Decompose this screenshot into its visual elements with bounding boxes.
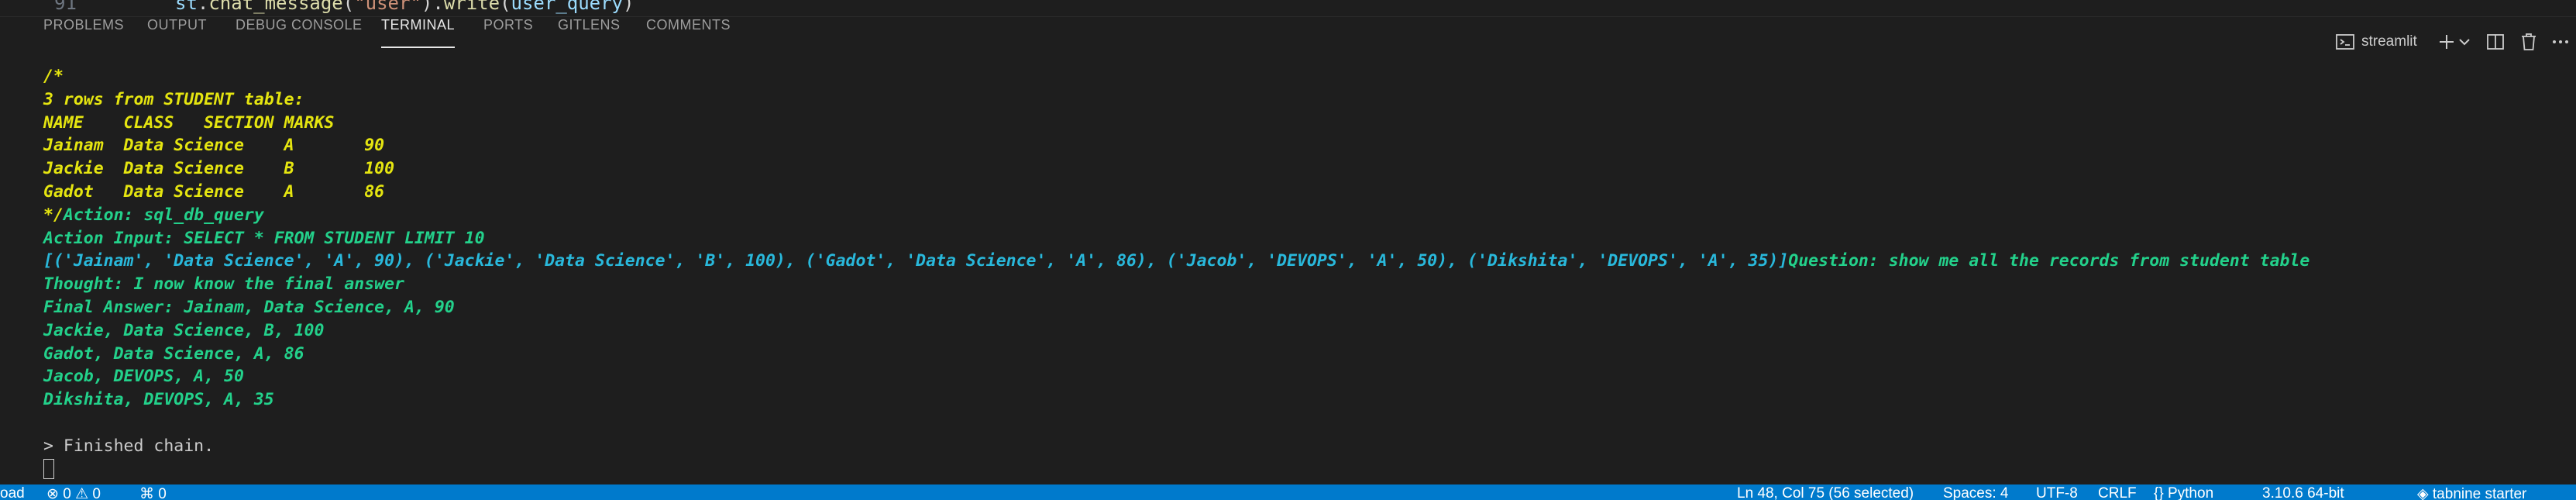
terminal-line: Jacob, DEVOPS, A, 50	[43, 367, 244, 387]
code-token: "user"	[354, 0, 421, 14]
language-label: Python	[2167, 485, 2214, 500]
terminal-line: Dikshita, DEVOPS, A, 35	[43, 390, 274, 410]
tab-problems[interactable]: PROBLEMS	[43, 17, 124, 33]
terminal-line: Gadot, Data Science, A, 86	[43, 343, 304, 364]
terminal-line: NAME CLASS SECTION MARKS	[43, 112, 335, 133]
terminal-segment: [('Jainam', 'Data Science', 'A', 90), ('…	[43, 251, 1789, 271]
split-icon	[2485, 32, 2505, 52]
python-interpreter[interactable]: 3.10.6 64-bit	[2262, 485, 2344, 500]
terminal-line: Action Input: SELECT * FROM STUDENT LIMI…	[43, 228, 485, 248]
plus-icon	[2437, 33, 2456, 51]
terminal-output[interactable]: /* 3 rows from STUDENT table: NAME CLASS…	[43, 65, 2561, 484]
terminal-name: streamlit	[2361, 33, 2417, 50]
error-icon: ⊗	[46, 486, 59, 500]
terminal-line: [('Jainam', 'Data Science', 'A', 90), ('…	[43, 250, 2561, 273]
code-token: user_query	[511, 0, 624, 14]
code-token: ).	[421, 0, 444, 14]
status-left-text[interactable]: oad	[0, 485, 25, 500]
terminal-line: Thought: I now know the final answer	[43, 274, 404, 295]
code-token: (	[342, 0, 355, 14]
terminal-line: Final Answer: Jainam, Data Science, A, 9…	[43, 297, 455, 317]
status-bar: oad ⊗ 0 ⚠ 0 ⌘ 0 Ln 48, Col 75 (56 select…	[0, 484, 2576, 500]
terminal-line: 3 rows from STUDENT table:	[43, 89, 304, 109]
code-token: )	[623, 0, 635, 14]
terminal-line: Jackie Data Science B 100	[43, 159, 395, 179]
terminal-line: */Action: sql_db_query	[43, 204, 2561, 227]
launch-profile-button[interactable]	[2457, 29, 2471, 55]
encoding[interactable]: UTF-8	[2036, 485, 2078, 500]
terminal-line: /*	[43, 67, 64, 86]
terminal-segment: Question: show me all the records from s…	[1788, 251, 2310, 271]
split-terminal-button[interactable]	[2485, 29, 2505, 55]
warning-icon: ⚠	[75, 486, 89, 500]
kill-terminal-button[interactable]	[2519, 29, 2538, 55]
ports-count: 0	[158, 486, 167, 500]
line-number: 91	[54, 0, 77, 14]
code-token: write	[443, 0, 500, 14]
more-actions-button[interactable]	[2550, 29, 2571, 55]
terminal-segment: Action: sql_db_query	[63, 205, 264, 225]
tabnine-status[interactable]: ◈ tabnine starter	[2417, 485, 2526, 500]
terminal-line: Gadot Data Science A 86	[43, 181, 385, 202]
terminal-selector[interactable]: streamlit	[2335, 29, 2417, 55]
tabnine-icon: ◈	[2417, 486, 2429, 500]
trash-icon	[2519, 32, 2538, 52]
braces-icon: {}	[2154, 485, 2164, 500]
tabnine-label: tabnine starter	[2432, 486, 2527, 500]
code-token: .	[197, 0, 209, 14]
terminal-segment: */	[43, 205, 64, 225]
tab-comments[interactable]: COMMENTS	[646, 17, 731, 33]
cursor-position[interactable]: Ln 48, Col 75 (56 selected)	[1737, 485, 1914, 500]
terminal-line: Jainam Data Science A 90	[43, 136, 385, 156]
editor-strip: 91 st.chat_message("user").write(user_qu…	[0, 0, 2576, 16]
antenna-icon: ⌘	[139, 486, 154, 500]
terminal-cursor	[43, 458, 54, 479]
tab-ports[interactable]: PORTS	[483, 17, 533, 33]
terminal-line: Jackie, Data Science, B, 100	[43, 320, 325, 340]
ellipsis-icon	[2550, 32, 2571, 52]
problems-status[interactable]: ⊗ 0 ⚠ 0	[46, 485, 101, 500]
code-token: (	[500, 0, 511, 14]
new-terminal-button[interactable]	[2437, 29, 2456, 55]
indentation[interactable]: Spaces: 4	[1943, 485, 2009, 500]
tab-output[interactable]: OUTPUT	[147, 17, 207, 33]
terminal-icon	[2335, 32, 2355, 52]
ports-status[interactable]: ⌘ 0	[139, 485, 167, 500]
tab-gitlens[interactable]: GITLENS	[558, 17, 621, 33]
error-count: 0	[63, 486, 71, 500]
eol[interactable]: CRLF	[2098, 485, 2137, 500]
terminal-line: > Finished chain.	[43, 436, 215, 456]
code-token: chat_message	[208, 0, 343, 14]
code-token: st	[175, 0, 198, 14]
tab-debug-console[interactable]: DEBUG CONSOLE	[236, 17, 363, 33]
language-mode[interactable]: {} Python	[2154, 485, 2213, 500]
chevron-down-icon	[2457, 33, 2471, 51]
terminal-prompt-line[interactable]	[43, 458, 2561, 481]
tab-terminal[interactable]: TERMINAL	[381, 17, 456, 48]
code-line[interactable]: st.chat_message("user").write(user_query…	[175, 0, 634, 14]
warning-count: 0	[92, 486, 101, 500]
